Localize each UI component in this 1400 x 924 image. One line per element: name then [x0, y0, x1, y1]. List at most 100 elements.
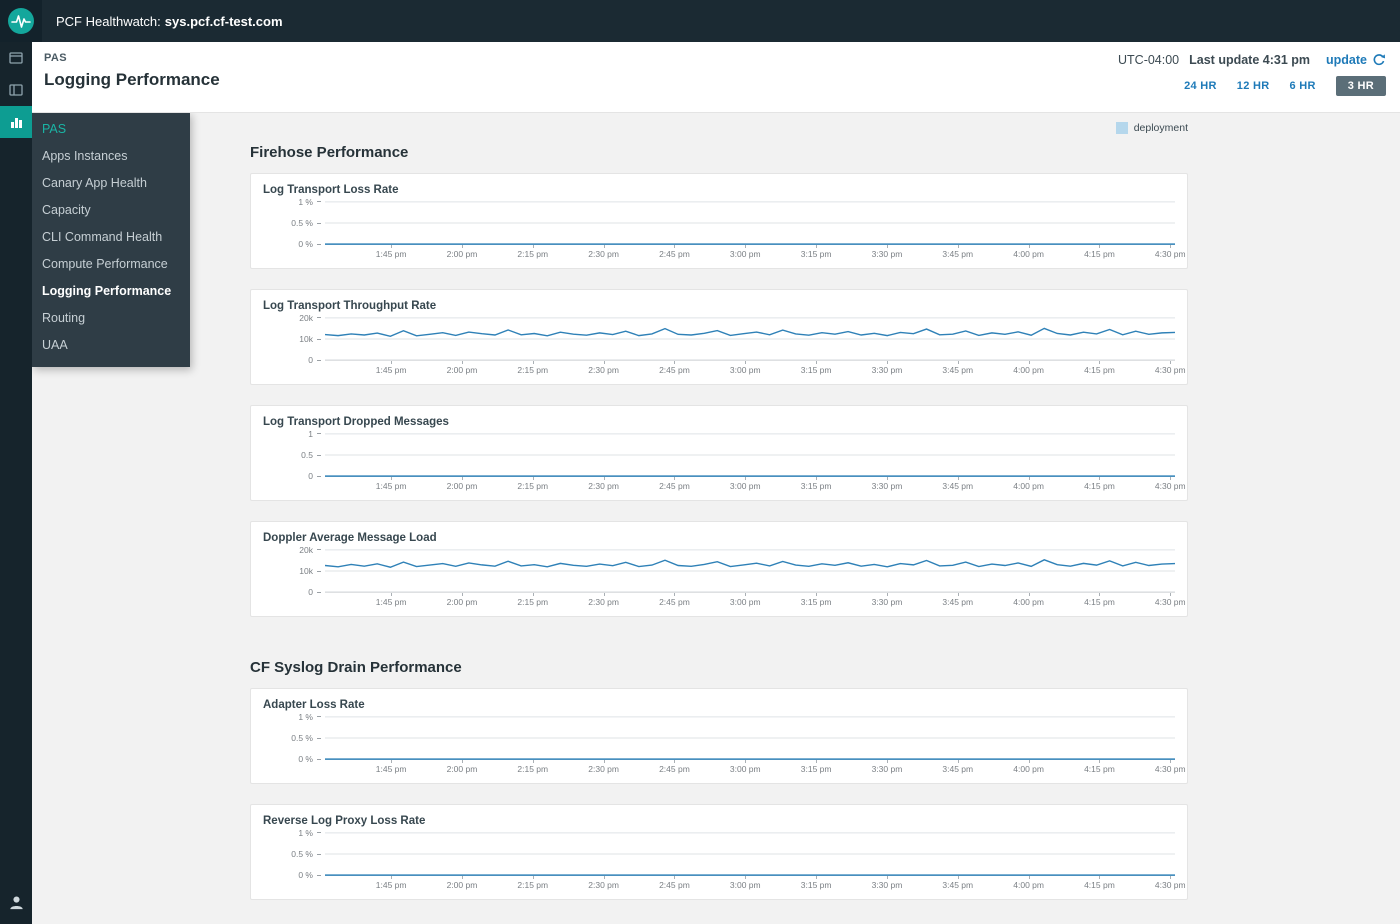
- x-tick-mark: [462, 593, 463, 596]
- panel-icon[interactable]: [0, 74, 32, 106]
- range-button-12-hr[interactable]: 12 HR: [1237, 80, 1270, 92]
- menu-item-uaa[interactable]: UAA: [32, 332, 190, 359]
- x-tick-mark: [887, 760, 888, 763]
- x-tick-label: 2:45 pm: [659, 365, 690, 375]
- x-tick-label: 3:45 pm: [942, 365, 973, 375]
- menu-item-logging-performance[interactable]: Logging Performance: [32, 278, 190, 305]
- x-tick-label: 2:45 pm: [659, 249, 690, 259]
- x-tick-mark: [958, 361, 959, 364]
- y-axis-labels: 1 %0.5 %0 %: [263, 832, 325, 876]
- x-tick-mark: [1029, 760, 1030, 763]
- chart-title: Adapter Loss Rate: [263, 699, 1175, 711]
- x-tick-mark: [745, 760, 746, 763]
- update-button[interactable]: update: [1326, 53, 1386, 67]
- chart-plot: [325, 832, 1175, 876]
- x-tick-label: 3:30 pm: [872, 365, 903, 375]
- x-tick-mark: [958, 245, 959, 248]
- healthwatch-logo[interactable]: [0, 0, 42, 42]
- x-tick-mark: [1029, 245, 1030, 248]
- y-axis-labels: 20k10k0: [263, 317, 325, 361]
- page-header: PAS Logging Performance UTC-04:00 Last u…: [32, 42, 1400, 113]
- x-tick-mark: [958, 477, 959, 480]
- x-tick-label: 2:30 pm: [588, 481, 619, 491]
- x-tick-mark: [1170, 477, 1171, 480]
- x-tick-mark: [816, 593, 817, 596]
- x-tick-label: 4:00 pm: [1013, 880, 1044, 890]
- x-tick-label: 3:45 pm: [942, 249, 973, 259]
- menu-item-routing[interactable]: Routing: [32, 305, 190, 332]
- x-tick-label: 3:15 pm: [801, 365, 832, 375]
- x-tick-label: 2:00 pm: [447, 764, 478, 774]
- user-icon[interactable]: [0, 886, 32, 918]
- x-tick-label: 2:15 pm: [517, 597, 548, 607]
- x-tick-label: 3:30 pm: [872, 249, 903, 259]
- x-tick-mark: [745, 361, 746, 364]
- menu-item-cli-command-health[interactable]: CLI Command Health: [32, 224, 190, 251]
- y-tick-label: 10k: [299, 566, 313, 576]
- x-tick-mark: [674, 361, 675, 364]
- x-tick-mark: [1029, 876, 1030, 879]
- x-tick-label: 3:15 pm: [801, 597, 832, 607]
- x-tick-label: 3:45 pm: [942, 481, 973, 491]
- x-tick-label: 4:00 pm: [1013, 249, 1044, 259]
- menu-item-pas[interactable]: PAS: [32, 116, 190, 143]
- window-icon[interactable]: [0, 42, 32, 74]
- y-axis-labels: 10.50: [263, 433, 325, 477]
- x-tick-mark: [958, 760, 959, 763]
- x-tick-label: 4:15 pm: [1084, 880, 1115, 890]
- y-tick-label: 0.5: [301, 450, 313, 460]
- x-tick-mark: [1099, 361, 1100, 364]
- x-tick-mark: [533, 760, 534, 763]
- chart-plot: [325, 317, 1175, 361]
- range-button-3-hr[interactable]: 3 HR: [1336, 76, 1386, 96]
- x-tick-label: 4:30 pm: [1155, 481, 1186, 491]
- x-tick-label: 4:15 pm: [1084, 764, 1115, 774]
- x-tick-mark: [745, 876, 746, 879]
- chart-card-log-transport-dropped-messages: Log Transport Dropped Messages10.501:45 …: [250, 405, 1188, 501]
- x-tick-label: 2:00 pm: [447, 880, 478, 890]
- legend-color-swatch: [1116, 122, 1128, 134]
- heartbeat-logo-icon: [7, 7, 35, 35]
- menu-item-apps-instances[interactable]: Apps Instances: [32, 143, 190, 170]
- x-tick-label: 1:45 pm: [376, 249, 407, 259]
- x-axis-labels: 1:45 pm2:00 pm2:15 pm2:30 pm2:45 pm3:00 …: [325, 477, 1175, 492]
- x-tick-mark: [604, 760, 605, 763]
- y-tick-label: 10k: [299, 334, 313, 344]
- menu-item-canary-app-health[interactable]: Canary App Health: [32, 170, 190, 197]
- x-tick-mark: [1170, 760, 1171, 763]
- x-tick-mark: [533, 876, 534, 879]
- x-axis-labels: 1:45 pm2:00 pm2:15 pm2:30 pm2:45 pm3:00 …: [325, 593, 1175, 608]
- x-tick-mark: [1029, 361, 1030, 364]
- x-tick-mark: [533, 593, 534, 596]
- x-tick-label: 3:15 pm: [801, 764, 832, 774]
- x-tick-label: 1:45 pm: [376, 365, 407, 375]
- legend-label: deployment: [1134, 122, 1188, 134]
- x-axis-labels: 1:45 pm2:00 pm2:15 pm2:30 pm2:45 pm3:00 …: [325, 876, 1175, 891]
- x-tick-mark: [1029, 477, 1030, 480]
- bar-chart-icon[interactable]: [0, 106, 32, 138]
- y-axis-labels: 1 %0.5 %0 %: [263, 201, 325, 245]
- x-tick-label: 2:00 pm: [447, 365, 478, 375]
- x-tick-mark: [604, 593, 605, 596]
- chart-plot: [325, 201, 1175, 245]
- x-tick-label: 2:30 pm: [588, 365, 619, 375]
- x-tick-mark: [887, 593, 888, 596]
- x-tick-label: 3:00 pm: [730, 481, 761, 491]
- range-button-24-hr[interactable]: 24 HR: [1184, 80, 1217, 92]
- menu-item-compute-performance[interactable]: Compute Performance: [32, 251, 190, 278]
- x-tick-mark: [816, 477, 817, 480]
- time-range-selector: 24 HR 12 HR 6 HR 3 HR: [1118, 76, 1386, 96]
- x-tick-label: 3:00 pm: [730, 597, 761, 607]
- menu-item-capacity[interactable]: Capacity: [32, 197, 190, 224]
- chart-plot: [325, 433, 1175, 477]
- x-tick-label: 3:30 pm: [872, 764, 903, 774]
- x-tick-label: 1:45 pm: [376, 880, 407, 890]
- x-tick-label: 4:30 pm: [1155, 880, 1186, 890]
- x-tick-mark: [391, 593, 392, 596]
- range-button-6-hr[interactable]: 6 HR: [1289, 80, 1315, 92]
- chart-title: Reverse Log Proxy Loss Rate: [263, 815, 1175, 827]
- x-tick-mark: [887, 361, 888, 364]
- x-tick-mark: [816, 361, 817, 364]
- x-tick-mark: [1099, 477, 1100, 480]
- main-content: deployment Firehose PerformanceLog Trans…: [32, 112, 1400, 924]
